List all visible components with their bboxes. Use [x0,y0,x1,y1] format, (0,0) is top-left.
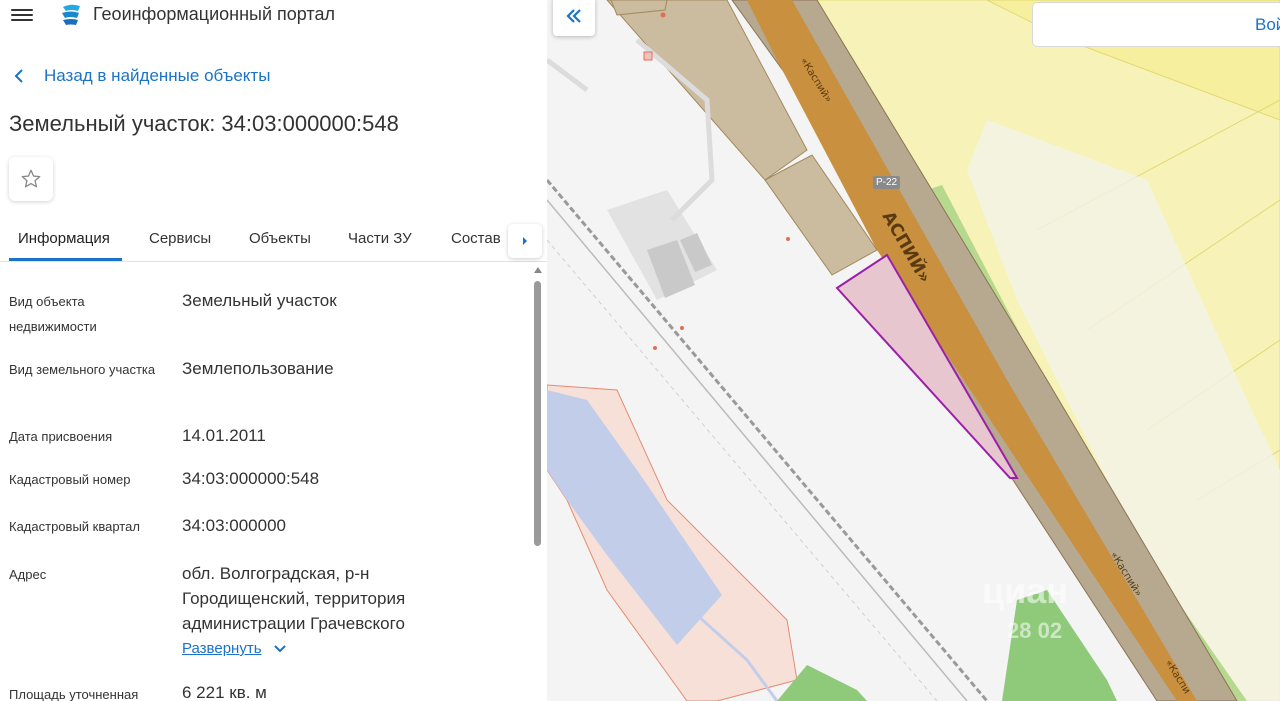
info-value-area: 6 221 кв. м [182,683,267,701]
chevron-left-icon [14,66,28,86]
back-link-label: Назад в найденные объекты [44,66,271,85]
app-title: Геоинформационный портал [93,4,335,24]
info-label-cadastral-quarter: Кадастровый квартал [9,519,140,534]
info-value-cadastral-quarter: 34:03:000000 [182,516,286,535]
tabs-next-button[interactable] [508,224,542,258]
info-value-assign-date: 14.01.2011 [182,426,266,445]
info-value-cadastral-number: 34:03:000000:548 [182,469,320,488]
page-title: Земельный участок: 34:03:000000:548 [9,111,399,136]
caret-right-icon [523,237,527,245]
tab-land-parts[interactable]: Части ЗУ [348,230,412,247]
info-label-assign-date: Дата присвоения [9,429,113,444]
watermark: циан [982,570,1069,611]
info-value-parcel-type: Землепользование [182,359,334,378]
map-view[interactable]: Р-22 «Каспий» АСПИЙ» «Каспий» «Каспи циа… [547,0,1280,701]
tab-objects[interactable]: Объекты [249,230,311,247]
scrollbar-thumb[interactable] [534,281,541,546]
top-bar: Геоинформационный портал [0,0,547,32]
watermark-sub: 28 02 [1007,618,1063,643]
tab-services[interactable]: Сервисы [149,230,211,247]
tab-composition[interactable]: Состав [451,230,501,247]
star-outline-icon [21,169,41,188]
tab-information[interactable]: Информация [18,230,110,247]
info-value-address: обл. Волгоградская, р-н Городищенский, т… [182,564,406,633]
chevron-down-icon [273,644,286,653]
info-value-object-type: Земельный участок [182,291,337,310]
map-canvas[interactable] [547,0,1280,701]
scroll-up-arrow[interactable] [534,267,542,273]
expand-address-link[interactable]: Развернуть [182,640,286,657]
collapse-panel-button[interactable] [553,0,595,36]
info-label-parcel-type: Вид земельного участка [9,362,156,377]
map-login-button[interactable]: Вой [1032,2,1280,47]
hamburger-menu-icon[interactable] [11,6,33,24]
double-chevron-left-icon [566,9,581,23]
info-label-address: Адрес [9,567,47,582]
route-badge: Р-22 [873,176,901,189]
info-label-object-type: Вид объекта недвижимости [9,294,97,334]
favorite-button[interactable] [9,157,53,201]
info-panel: Геоинформационный портал Назад в найденн… [0,0,547,701]
back-to-results-link[interactable]: Назад в найденные объекты [14,66,270,86]
info-label-cadastral-number: Кадастровый номер [9,472,131,487]
tabs-bar: Информация Сервисы Объекты Части ЗУ Сост… [0,221,547,262]
info-label-area: Площадь уточненная [9,687,139,701]
portal-logo-icon [59,3,83,27]
expand-label: Развернуть [182,640,262,657]
active-tab-indicator [9,258,122,261]
